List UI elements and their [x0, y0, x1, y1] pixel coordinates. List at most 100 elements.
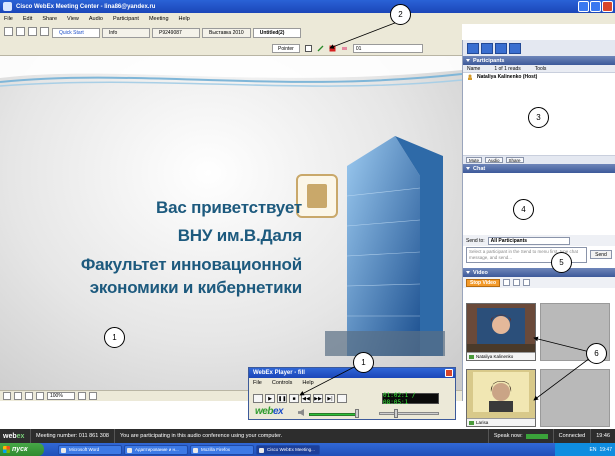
player-menu-file[interactable]: File	[253, 380, 262, 386]
status-webex-logo: webex	[3, 432, 25, 440]
fast-forward-icon[interactable]: ▶▶	[313, 394, 323, 403]
tab-p9249087[interactable]: P9249087	[152, 28, 200, 38]
menu-meeting[interactable]: Meeting	[149, 16, 169, 22]
participant-name: Nataliya Kalinenko (Host)	[477, 74, 538, 80]
rotate-icon[interactable]	[89, 392, 97, 400]
taskbar-webex[interactable]: Cisco WebEx Meeting...	[256, 444, 320, 455]
slide-line-2: ВНУ им.В.Даля	[177, 226, 302, 245]
callout-3: 3	[528, 107, 549, 128]
participant-row[interactable]: Nataliya Kalinenko (Host)	[463, 73, 615, 81]
close-button[interactable]	[602, 1, 613, 12]
audio-level-meter	[525, 433, 548, 439]
audio-button[interactable]: Audio	[485, 157, 503, 163]
video-thumbnail-nataliya[interactable]: Nataliya Kalinenko	[466, 303, 536, 361]
name-column[interactable]: Name	[467, 66, 480, 72]
tab-info[interactable]: Info	[102, 28, 150, 38]
send-to-select[interactable]: All Participants	[487, 236, 570, 245]
video-caption: Larisa	[467, 418, 535, 426]
tab-exhibition-2010[interactable]: Выставка 2010	[202, 28, 251, 38]
taskbar-firefox[interactable]: Mozilla Firefox	[190, 444, 254, 455]
maximize-button[interactable]	[590, 1, 601, 12]
tools-column: Tools	[534, 65, 547, 72]
tray-clock: 19:47	[599, 446, 612, 453]
callout-player: 1	[353, 352, 374, 373]
chat-history	[463, 173, 615, 235]
thumbnail-view-icon[interactable]	[3, 392, 11, 400]
tab-untitled[interactable]: Untitled(2)	[252, 28, 301, 38]
menu-bar: File Edit Share View Audio Participant M…	[0, 13, 615, 24]
notes-panel-icon[interactable]	[495, 43, 507, 54]
system-tray: EN 19:47	[555, 443, 615, 456]
send-button[interactable]: Send	[590, 250, 612, 259]
page-select[interactable]: 01	[352, 44, 423, 53]
pointer-button[interactable]: Pointer	[272, 44, 300, 53]
slide-line-4: экономики и кибернетики	[89, 278, 303, 297]
video-toolbar: Stop Video	[463, 277, 615, 288]
player-menu-help[interactable]: Help	[302, 380, 313, 386]
slide-line-1: Вас приветствует	[156, 198, 302, 217]
save-icon[interactable]	[28, 27, 37, 36]
content-viewer[interactable]: Вас приветствует ВНУ им.В.Даля Факультет…	[0, 56, 462, 390]
pause-icon[interactable]: ❚❚	[277, 394, 287, 403]
volume-slider[interactable]	[309, 413, 357, 416]
color-picker-icon[interactable]	[329, 45, 336, 52]
start-button[interactable]: пуск	[0, 443, 44, 456]
audio-status: You are participating in this audio conf…	[113, 429, 488, 443]
video-options-icon[interactable]	[513, 279, 521, 286]
menu-file[interactable]: File	[4, 16, 13, 22]
video-fullscreen-icon[interactable]	[523, 279, 531, 286]
stop-video-button[interactable]: Stop Video	[466, 278, 501, 287]
tab-quick-start[interactable]: Quick Start	[52, 28, 100, 38]
menu-share[interactable]: Share	[42, 16, 57, 22]
webex-player-window[interactable]: WebEx Player - fill File Controls Help ▶…	[248, 367, 456, 420]
chat-panel-icon[interactable]	[481, 43, 493, 54]
window-titlebar: Cisco WebEx Meeting Center - lina86@yand…	[0, 0, 615, 13]
taskbar-document[interactable]: Адаптирование и н...	[124, 444, 188, 455]
video-layout-icon[interactable]	[503, 279, 511, 286]
player-title: WebEx Player - fill	[253, 370, 305, 376]
open-icon[interactable]	[16, 27, 25, 36]
snapshot-icon[interactable]	[337, 394, 347, 403]
chat-header[interactable]: Chat	[463, 164, 615, 173]
playback-progress-slider[interactable]	[379, 412, 439, 415]
share-button[interactable]: Share	[505, 157, 524, 163]
pen-tool-icon[interactable]	[317, 45, 324, 52]
minimize-button[interactable]	[578, 1, 589, 12]
print-icon[interactable]	[40, 27, 49, 36]
stop-icon[interactable]: ■	[289, 394, 299, 403]
fit-page-icon[interactable]	[78, 392, 86, 400]
windows-taskbar: пуск Microsoft Word Адаптирование и н...…	[0, 443, 615, 456]
callout-5: 5	[551, 252, 572, 273]
volume-slider-handle[interactable]	[355, 409, 359, 418]
zoom-select[interactable]: 100%	[47, 392, 75, 400]
video-panel-icon[interactable]	[509, 43, 521, 54]
player-menu: File Controls Help	[249, 378, 455, 388]
redo-icon[interactable]	[36, 392, 44, 400]
connection-status: Connected	[552, 429, 591, 443]
new-icon[interactable]	[4, 27, 13, 36]
eraser-icon[interactable]	[341, 45, 348, 52]
text-tool-icon[interactable]	[304, 45, 312, 52]
video-thumbnail-larisa[interactable]: Larisa	[466, 369, 536, 427]
play-icon[interactable]: ▶	[265, 394, 275, 403]
rewind-icon[interactable]: ◀◀	[301, 394, 311, 403]
mute-button[interactable]: Mute	[466, 157, 483, 163]
menu-view[interactable]: View	[67, 16, 79, 22]
playback-slider-handle[interactable]	[394, 409, 398, 418]
player-menu-controls[interactable]: Controls	[272, 380, 292, 386]
menu-audio[interactable]: Audio	[89, 16, 103, 22]
language-indicator[interactable]: EN	[590, 447, 597, 453]
undo-icon[interactable]	[25, 392, 33, 400]
video-header[interactable]: Video	[463, 268, 615, 277]
menu-help[interactable]: Help	[179, 16, 190, 22]
taskbar-word[interactable]: Microsoft Word	[58, 444, 122, 455]
open-file-icon[interactable]	[253, 394, 263, 403]
menu-edit[interactable]: Edit	[23, 16, 32, 22]
menu-participant[interactable]: Participant	[113, 16, 139, 22]
next-icon[interactable]: ▶|	[325, 394, 335, 403]
player-close-button[interactable]	[445, 369, 453, 377]
participants-panel-icon[interactable]	[467, 43, 479, 54]
participants-header[interactable]: Participants	[463, 56, 615, 65]
volume-icon[interactable]	[298, 409, 304, 416]
full-screen-icon[interactable]	[14, 392, 22, 400]
